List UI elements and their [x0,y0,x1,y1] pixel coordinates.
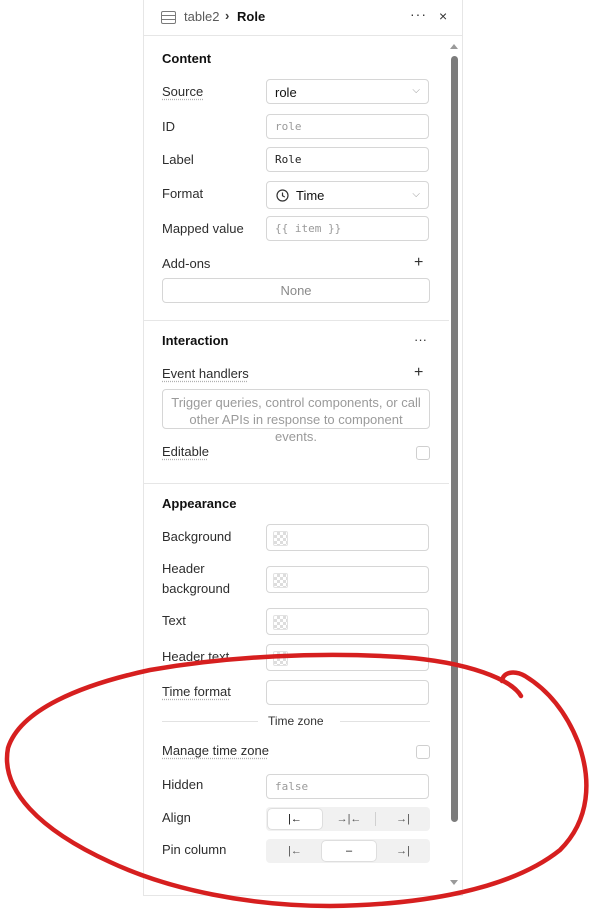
red-annotation-ellipse [4,652,589,909]
